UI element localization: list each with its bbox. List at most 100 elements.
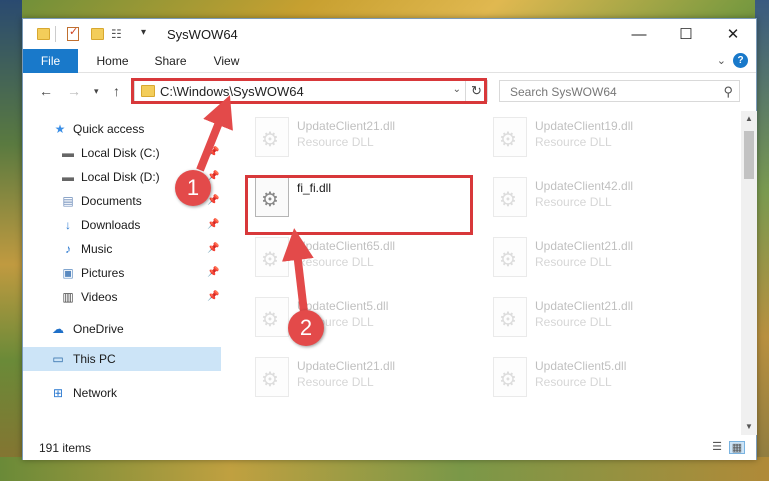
sidebar-item-downloads[interactable]: ↓ Downloads 📌 [23, 213, 221, 237]
tab-view[interactable]: View [199, 49, 254, 73]
sidebar-item-music[interactable]: ♪ Music 📌 [23, 237, 221, 261]
maximize-button[interactable]: ☐ [663, 19, 709, 49]
file-highlight [245, 175, 473, 235]
navigation-pane: ★ Quick access ▬ Local Disk (C:) 📌 ▬ Loc… [23, 111, 221, 435]
new-folder-icon[interactable] [91, 28, 104, 40]
file-name: UpdateClient19.dll [535, 119, 634, 133]
sidebar-item-quick-access[interactable]: ★ Quick access [23, 117, 221, 141]
dll-file-icon: ⚙ [493, 117, 527, 157]
pin-icon: 📌 [207, 267, 220, 278]
file-name: UpdateClient42.dll [535, 179, 634, 193]
properties-icon[interactable]: ✓ [67, 26, 79, 41]
file-type: Resource DLL [297, 375, 374, 389]
up-arrow-icon[interactable]: ↑ [113, 83, 120, 99]
sidebar-item-videos[interactable]: ▥ Videos 📌 [23, 285, 221, 309]
vertical-scrollbar[interactable]: ▲ ▼ [741, 111, 757, 435]
status-bar: 191 items ☰ ▦ [23, 435, 756, 460]
dll-file-icon: ⚙ [493, 237, 527, 277]
sidebar-item-label: Music [81, 242, 113, 256]
quick-access-dropdown-icon[interactable]: ▾ [141, 27, 154, 39]
file-name: UpdateClient65.dll [297, 239, 396, 253]
file-name: UpdateClient21.dll [297, 359, 396, 373]
file-list: ⚙ UpdateClient21.dll Resource DLL ⚙ fi_f… [221, 111, 741, 435]
pin-icon: 📌 [207, 291, 220, 302]
large-icons-view-icon[interactable]: ▦ [729, 441, 745, 454]
details-view-icon[interactable]: ☰ [709, 441, 725, 454]
file-item[interactable]: ⚙ UpdateClient21.dll Resource DLL [245, 355, 475, 405]
dll-file-icon: ⚙ [493, 297, 527, 337]
sidebar-item-label: Network [73, 386, 118, 400]
search-icon: ⚲ [723, 84, 733, 99]
drive-icon: ▬ [62, 170, 74, 184]
sidebar-item-this-pc[interactable]: ▭ This PC [23, 347, 221, 371]
title-bar: ✓ ☷ ▾ SysWOW64 — ☐ ✕ [23, 19, 756, 49]
sidebar-item-label: This PC [73, 352, 116, 366]
minimize-button[interactable]: — [616, 19, 662, 49]
drive-icon: ▬ [62, 146, 74, 160]
desktop-wallpaper-right [755, 0, 769, 481]
documents-icon: ▤ [62, 194, 74, 208]
file-type: Resource DLL [535, 315, 612, 329]
close-button[interactable]: ✕ [710, 19, 756, 49]
sidebar-item-pictures[interactable]: ▣ Pictures 📌 [23, 261, 221, 285]
computer-icon: ▭ [52, 352, 64, 366]
sidebar-item-label: Quick access [73, 122, 145, 136]
file-item[interactable]: ⚙ UpdateClient5.dll Resource DLL [245, 295, 475, 345]
dll-file-icon: ⚙ [255, 237, 289, 277]
tab-share[interactable]: Share [143, 49, 198, 73]
search-box[interactable]: Search SysWOW64 ⚲ [499, 80, 740, 102]
sidebar-item-label: Videos [81, 290, 118, 304]
sidebar-item-network[interactable]: ⊞ Network [23, 381, 221, 405]
scroll-thumb[interactable] [744, 131, 754, 179]
item-count: 191 items [39, 441, 92, 455]
dll-file-icon: ⚙ [493, 177, 527, 217]
sidebar-item-label: Downloads [81, 218, 141, 232]
file-name: UpdateClient21.dll [535, 299, 634, 313]
pin-icon: 📌 [207, 219, 220, 230]
file-item[interactable]: ⚙ UpdateClient42.dll Resource DLL [483, 175, 713, 225]
tab-file[interactable]: File [23, 49, 78, 73]
search-input[interactable]: Search SysWOW64 [510, 85, 617, 99]
file-name: UpdateClient21.dll [297, 119, 396, 133]
music-icon: ♪ [65, 242, 71, 256]
file-item[interactable]: ⚙ UpdateClient19.dll Resource DLL [483, 115, 713, 165]
ribbon: File Home Share View ⌄ ? [23, 49, 756, 73]
sidebar-item-local-disk-c[interactable]: ▬ Local Disk (C:) 📌 [23, 141, 221, 165]
dll-file-icon: ⚙ [493, 357, 527, 397]
network-icon: ⊞ [52, 386, 64, 400]
back-arrow-icon[interactable]: ← [39, 83, 53, 99]
desktop-wallpaper-left [0, 0, 22, 481]
scroll-down-icon[interactable]: ▼ [741, 419, 757, 435]
file-item[interactable]: ⚙ UpdateClient21.dll Resource DLL [483, 235, 713, 285]
file-name: UpdateClient5.dll [535, 359, 627, 373]
scroll-up-icon[interactable]: ▲ [741, 111, 757, 127]
customize-view-icon[interactable]: ☷ [111, 27, 124, 41]
recent-locations-icon[interactable]: ▾ [94, 86, 99, 97]
file-item[interactable]: ⚙ UpdateClient21.dll Resource DLL [245, 115, 475, 165]
folder-icon [37, 28, 50, 40]
file-type: Resource DLL [535, 195, 612, 209]
dll-file-icon: ⚙ [255, 357, 289, 397]
sidebar-item-label: Local Disk (C:) [81, 146, 160, 160]
chevron-down-icon[interactable]: ⌄ [717, 54, 726, 67]
dll-file-icon: ⚙ [255, 117, 289, 157]
cloud-icon: ☁ [52, 322, 64, 336]
pin-icon: 📌 [207, 147, 220, 158]
address-bar-highlight [131, 78, 487, 104]
sidebar-item-onedrive[interactable]: ☁ OneDrive [23, 317, 221, 341]
star-icon: ★ [54, 122, 66, 136]
file-type: Resource DLL [535, 375, 612, 389]
file-item[interactable]: ⚙ UpdateClient5.dll Resource DLL [483, 355, 713, 405]
file-item[interactable]: ⚙ UpdateClient65.dll Resource DLL [245, 235, 475, 285]
step-1-badge: 1 [175, 170, 211, 206]
tab-home[interactable]: Home [85, 49, 140, 73]
sidebar-item-label: Documents [81, 194, 142, 208]
file-item[interactable]: ⚙ UpdateClient21.dll Resource DLL [483, 295, 713, 345]
pictures-icon: ▣ [62, 266, 74, 280]
help-icon[interactable]: ? [733, 53, 748, 68]
forward-arrow-icon[interactable]: → [67, 83, 81, 99]
video-icon: ▥ [62, 290, 74, 304]
sidebar-item-label: OneDrive [73, 322, 124, 336]
pin-icon: 📌 [207, 243, 220, 254]
file-type: Resource DLL [535, 135, 612, 149]
